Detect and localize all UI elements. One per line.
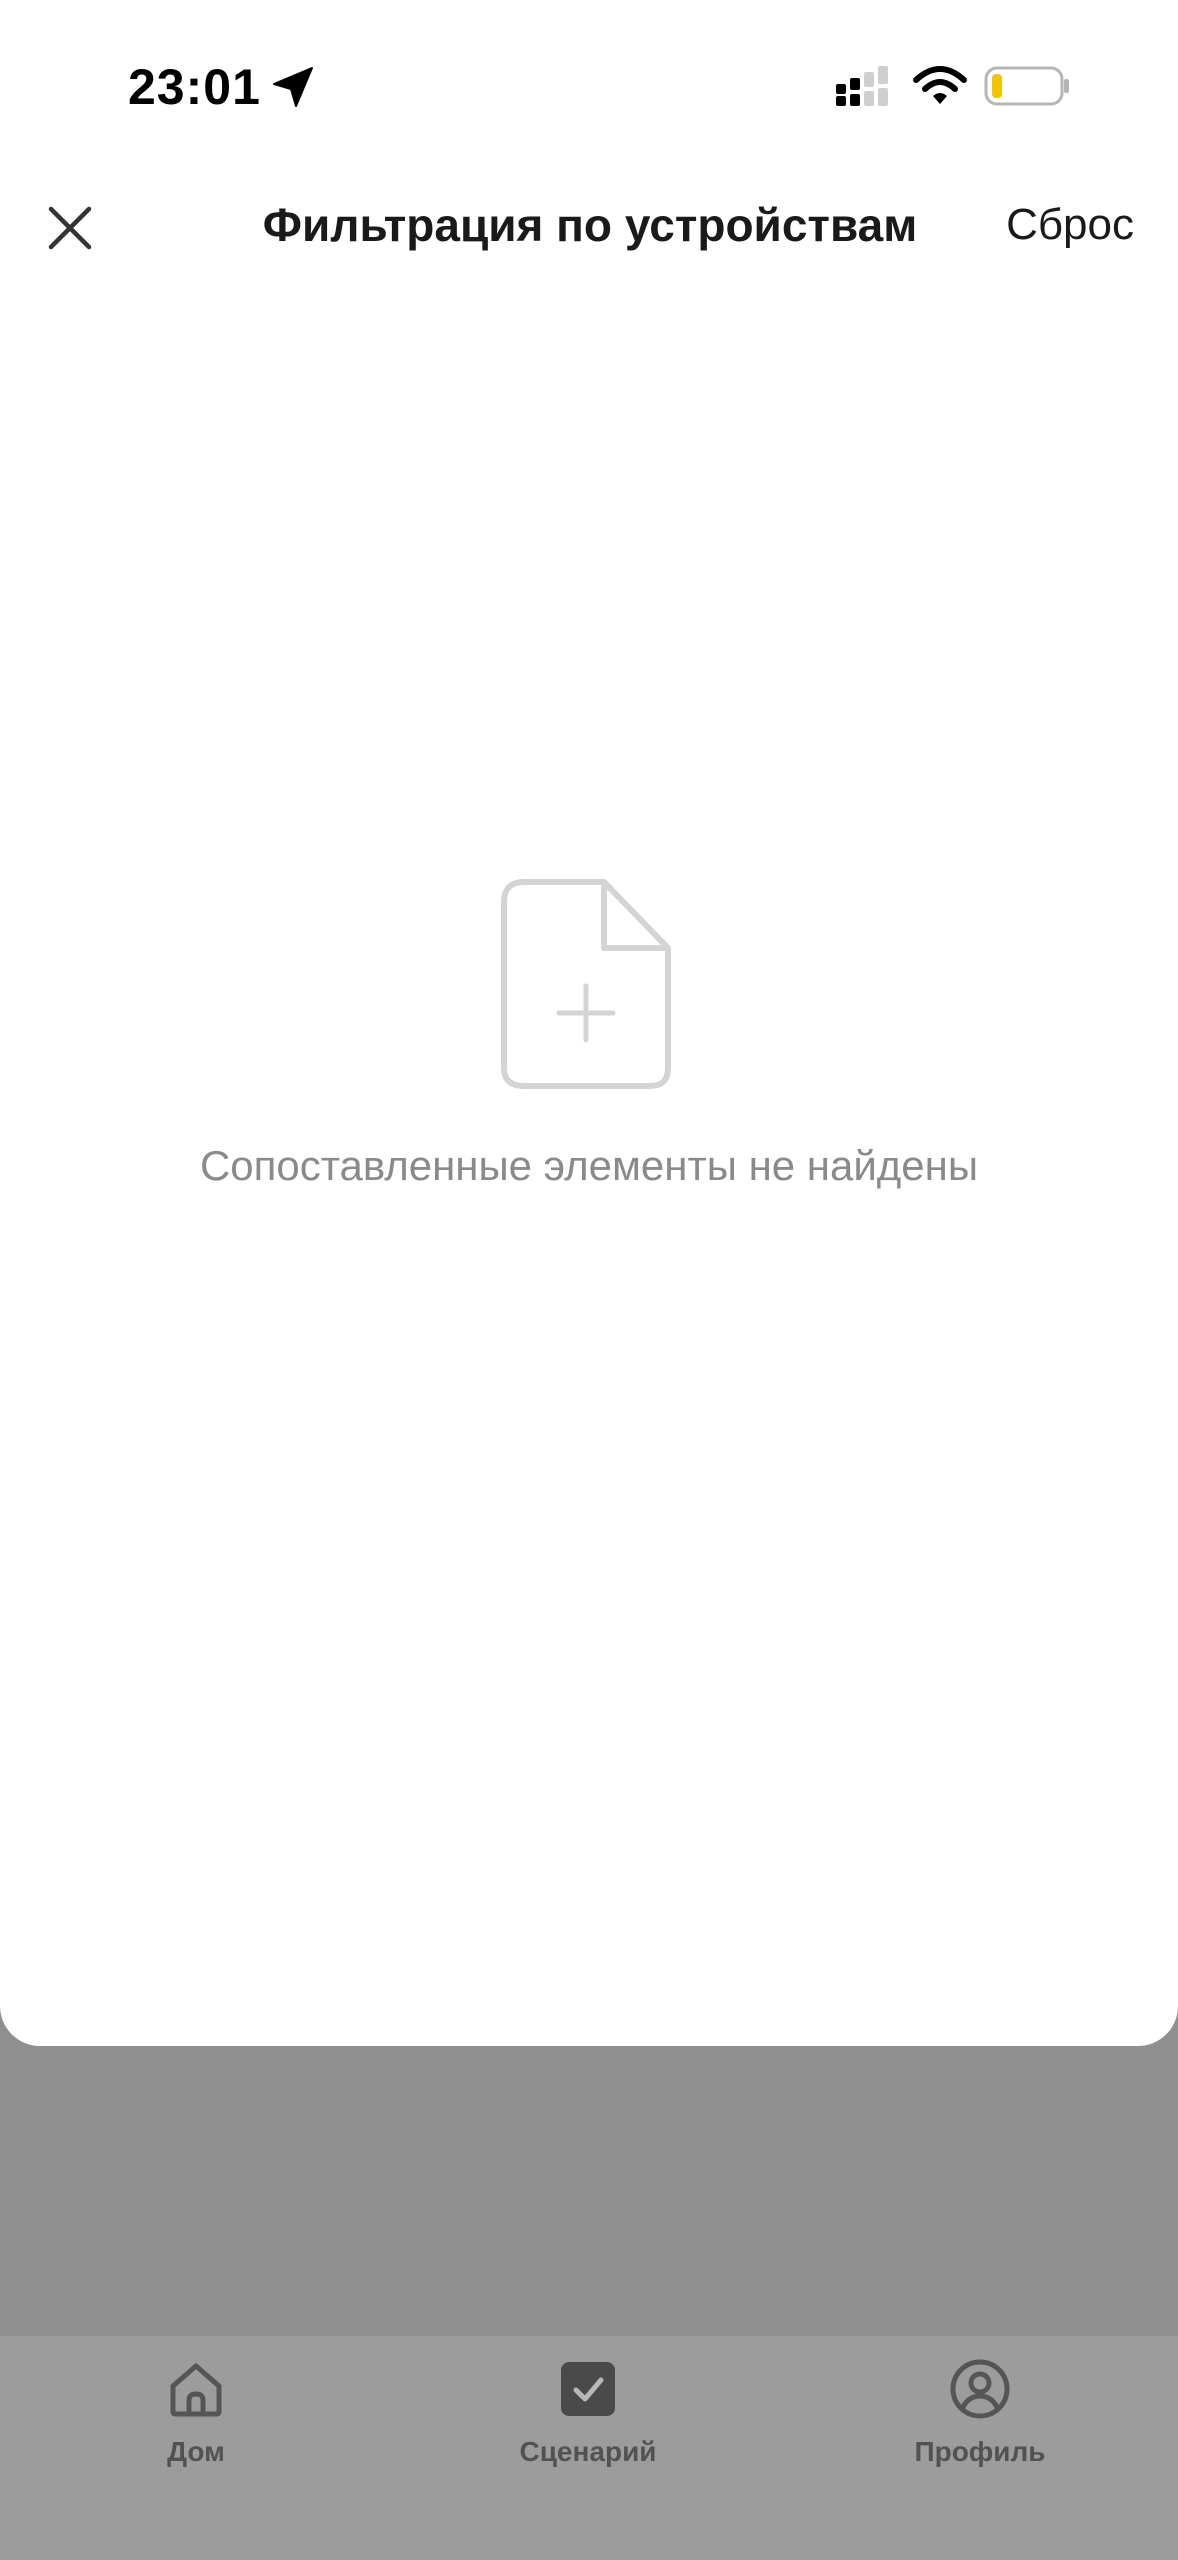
- wifi-icon: [913, 66, 967, 104]
- filter-sheet: 23:01 Фильтрация по устройствам Сброс Со…: [0, 0, 1178, 2046]
- add-document-icon: [501, 879, 671, 1089]
- tab-profile[interactable]: Профиль: [850, 2356, 1110, 2506]
- tab-home[interactable]: Дом: [66, 2356, 326, 2506]
- sheet-header: Фильтрация по устройствам Сброс: [0, 180, 1178, 270]
- close-icon: [48, 206, 92, 250]
- status-time: 23:01: [128, 59, 261, 115]
- status-bar: 23:01: [0, 0, 1178, 170]
- location-arrow-icon: [273, 67, 313, 107]
- signal-icon: [836, 66, 888, 106]
- tab-bar: Дом Сценарий Профиль: [0, 2336, 1178, 2560]
- tab-scenario[interactable]: Сценарий: [458, 2356, 718, 2506]
- page-title: Фильтрация по устройствам: [262, 199, 918, 251]
- tab-home-label: Дом: [167, 2436, 225, 2467]
- reset-button[interactable]: Сброс: [1006, 180, 1134, 270]
- tab-scenario-label: Сценарий: [519, 2436, 657, 2467]
- close-button[interactable]: [40, 198, 100, 258]
- checkbox-icon: [561, 2362, 615, 2416]
- profile-icon: [950, 2359, 1010, 2419]
- battery-low-icon: [984, 66, 1069, 106]
- tab-profile-label: Профиль: [914, 2436, 1046, 2467]
- home-icon: [170, 2363, 222, 2417]
- empty-state-message: Сопоставленные элементы не найдены: [199, 1142, 979, 1189]
